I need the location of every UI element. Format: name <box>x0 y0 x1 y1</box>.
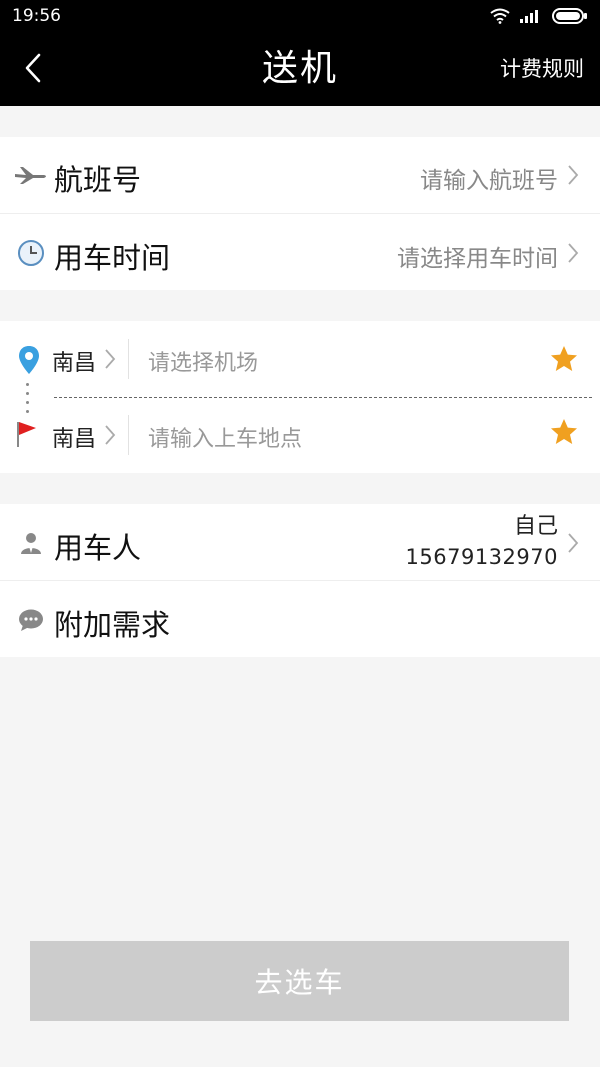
passenger-label: 用车人 <box>54 531 142 565</box>
flight-number-input[interactable]: 请输入航班号 <box>420 161 558 195</box>
passenger-row[interactable]: 用车人 自己 15679132970 <box>0 504 600 580</box>
star-icon[interactable] <box>550 417 578 445</box>
flag-icon <box>10 417 44 451</box>
pickup-location-row: 南昌 请输入上车地点 <box>0 397 600 473</box>
passenger-card: 用车人 自己 15679132970 附加需求 <box>0 504 600 657</box>
extra-requirements-label: 附加需求 <box>54 608 171 642</box>
wifi-icon <box>490 8 510 24</box>
select-car-button[interactable]: 去选车 <box>30 941 569 1021</box>
status-icons <box>490 8 588 24</box>
chevron-right-icon <box>566 163 580 187</box>
passenger-name: 自己 <box>513 514 558 539</box>
use-time-row[interactable]: 用车时间 请选择用车时间 <box>0 213 600 290</box>
status-bar: 19:56 <box>0 0 600 32</box>
chevron-right-icon <box>104 423 118 447</box>
route-card: 南昌 请选择机场 南昌 请输入上车地点 <box>0 321 600 473</box>
pricing-rules-link[interactable]: 计费规则 <box>500 32 584 106</box>
chevron-right-icon <box>566 241 580 265</box>
star-icon[interactable] <box>550 344 578 372</box>
person-icon <box>14 526 48 560</box>
passenger-value: 自己 15679132970 <box>406 512 558 572</box>
flight-info-card: 航班号 请输入航班号 用车时间 请选择用车时间 <box>0 137 600 290</box>
divider <box>128 415 129 455</box>
start-location-row: 南昌 请选择机场 <box>0 321 600 397</box>
use-time-label: 用车时间 <box>54 241 171 275</box>
start-city[interactable]: 南昌 <box>52 345 96 377</box>
status-time: 19:56 <box>12 6 61 26</box>
chevron-right-icon <box>104 347 118 371</box>
passenger-phone: 15679132970 <box>405 545 558 569</box>
flight-number-row[interactable]: 航班号 请输入航班号 <box>0 137 600 213</box>
airplane-icon <box>14 158 48 192</box>
chevron-right-icon <box>566 531 580 555</box>
pickup-address-input[interactable]: 请输入上车地点 <box>148 421 302 453</box>
back-arrow-icon <box>25 53 41 83</box>
location-pin-icon <box>12 343 46 377</box>
extra-requirements-row[interactable]: 附加需求 <box>0 580 600 657</box>
airport-select[interactable]: 请选择机场 <box>148 345 258 377</box>
pickup-city[interactable]: 南昌 <box>52 421 96 453</box>
signal-icon <box>520 9 542 23</box>
clock-icon <box>14 236 48 270</box>
back-button[interactable] <box>18 48 48 88</box>
flight-number-label: 航班号 <box>54 163 142 197</box>
chat-bubble-icon <box>14 603 48 637</box>
divider <box>128 339 129 379</box>
use-time-select[interactable]: 请选择用车时间 <box>397 239 558 273</box>
top-app-bar: 送机 计费规则 <box>0 32 600 106</box>
battery-icon <box>552 8 588 24</box>
